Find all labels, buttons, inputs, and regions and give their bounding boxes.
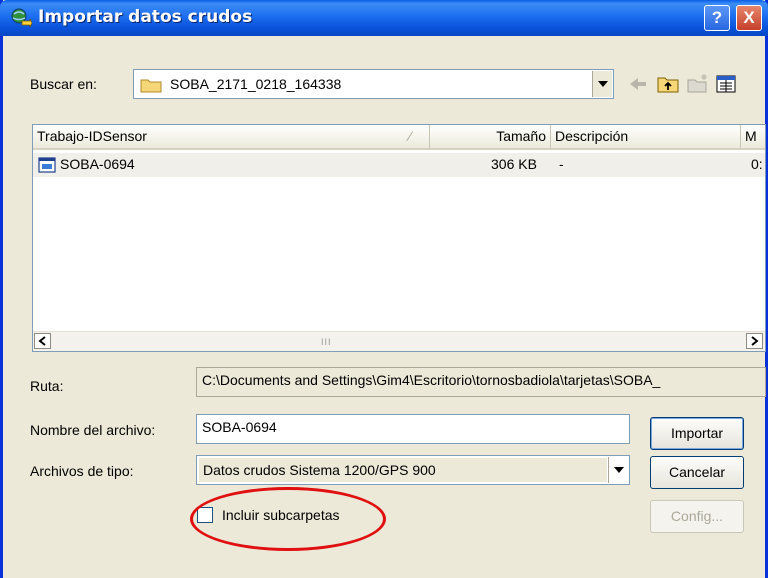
lookin-combo[interactable]: SOBA_2171_0218_164338 bbox=[133, 69, 614, 99]
chevron-right-icon bbox=[751, 336, 759, 346]
cancel-button[interactable]: Cancelar bbox=[650, 456, 744, 489]
sort-indicator-icon: ⁄ bbox=[409, 128, 412, 144]
horizontal-scrollbar[interactable]: III bbox=[33, 331, 765, 351]
path-label: Ruta: bbox=[30, 378, 64, 394]
file-name: SOBA-0694 bbox=[60, 156, 135, 172]
column-header-job-sensor[interactable]: Trabajo-IDSensor ⁄ bbox=[33, 125, 430, 150]
chevron-down-icon[interactable] bbox=[592, 71, 612, 97]
up-folder-icon[interactable] bbox=[656, 72, 680, 96]
new-folder-icon[interactable] bbox=[686, 72, 710, 96]
column-header-size[interactable]: Tamaño bbox=[430, 125, 551, 150]
filetype-combo[interactable]: Datos crudos Sistema 1200/GPS 900 bbox=[196, 455, 630, 485]
highlight-annotation bbox=[190, 487, 386, 551]
view-menu-icon[interactable] bbox=[714, 72, 738, 96]
scroll-thumb-grip[interactable]: III bbox=[321, 337, 332, 347]
filename-label: Nombre del archivo: bbox=[30, 422, 156, 438]
import-globe-icon bbox=[11, 8, 32, 28]
file-icon bbox=[38, 157, 56, 173]
import-button[interactable]: Importar bbox=[650, 417, 744, 450]
file-extra: 0: bbox=[751, 156, 763, 172]
lookin-label: Buscar en: bbox=[30, 76, 97, 92]
back-arrow-icon[interactable] bbox=[626, 72, 650, 96]
filename-input[interactable]: SOBA-0694 bbox=[196, 414, 630, 444]
file-size: 306 KB bbox=[491, 156, 537, 172]
file-list[interactable]: Trabajo-IDSensor ⁄ Tamaño Descripción M … bbox=[32, 124, 766, 352]
folder-icon bbox=[140, 79, 162, 93]
config-button[interactable]: Config... bbox=[650, 500, 744, 533]
file-description: - bbox=[559, 156, 564, 172]
scroll-left-button[interactable] bbox=[34, 333, 51, 349]
close-button[interactable]: X bbox=[736, 5, 762, 31]
filetype-label: Archivos de tipo: bbox=[30, 463, 134, 479]
title-bar[interactable]: Importar datos crudos ? X bbox=[0, 0, 768, 36]
chevron-down-icon[interactable] bbox=[608, 457, 628, 483]
path-field: C:\Documents and Settings\Gim4\Escritori… bbox=[196, 367, 766, 397]
column-header-description[interactable]: Descripción bbox=[551, 125, 741, 150]
column-header-extra[interactable]: M bbox=[741, 125, 765, 150]
help-button[interactable]: ? bbox=[704, 5, 730, 31]
filetype-value: Datos crudos Sistema 1200/GPS 900 bbox=[203, 462, 436, 478]
window-title: Importar datos crudos bbox=[38, 7, 253, 27]
table-row[interactable]: SOBA-0694 306 KB - 0: bbox=[33, 153, 765, 177]
chevron-left-icon bbox=[38, 336, 46, 346]
lookin-value: SOBA_2171_0218_164338 bbox=[170, 76, 342, 92]
scroll-right-button[interactable] bbox=[746, 333, 763, 349]
